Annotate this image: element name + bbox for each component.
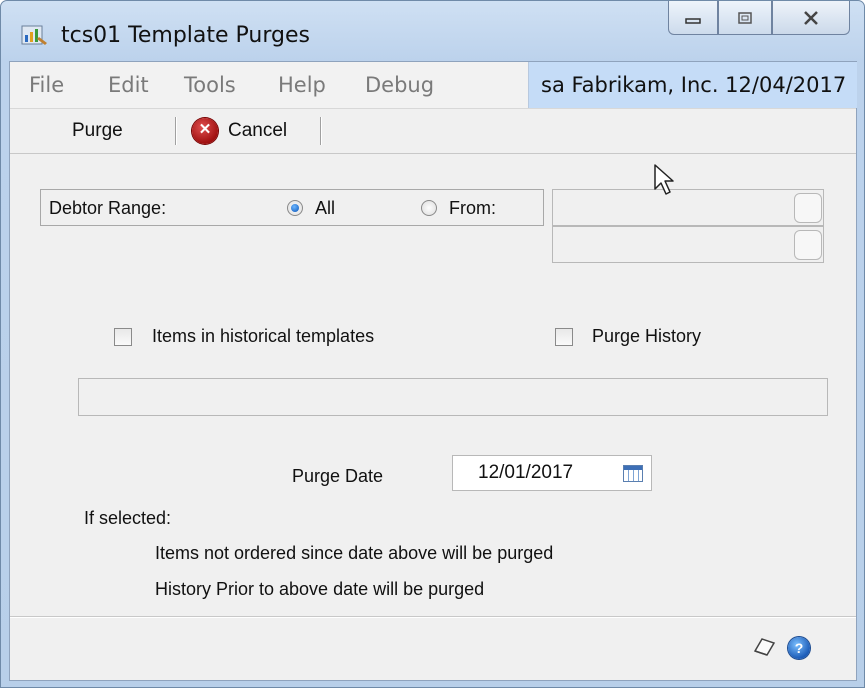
menu-debug[interactable]: Debug <box>365 73 434 97</box>
to-lookup-button[interactable] <box>794 230 822 260</box>
window-title: tcs01 Template Purges <box>61 23 310 48</box>
note-icon[interactable] <box>752 636 776 658</box>
cancel-button[interactable]: Cancel <box>228 120 287 142</box>
menu-bar: File Edit Tools Help Debug sa Fabrikam, … <box>10 62 857 109</box>
mouse-cursor-icon <box>654 164 674 195</box>
maximize-button[interactable] <box>718 1 772 35</box>
from-lookup-button[interactable] <box>794 193 822 223</box>
minimize-button[interactable] <box>668 1 718 35</box>
from-debtor-field[interactable] <box>552 189 824 226</box>
all-radio[interactable] <box>287 200 303 216</box>
window-client: File Edit Tools Help Debug sa Fabrikam, … <box>9 61 857 681</box>
items-historical-checkbox[interactable] <box>114 328 132 346</box>
menu-file[interactable]: File <box>29 73 64 97</box>
purge-window: tcs01 Template Purges File Edit Tools He… <box>0 0 865 688</box>
menu-edit[interactable]: Edit <box>108 73 149 97</box>
debtor-range-row: Debtor Range: All From: <box>40 189 544 226</box>
purge-history-label[interactable]: Purge History <box>592 326 701 347</box>
close-button[interactable] <box>772 1 850 35</box>
menu-help[interactable]: Help <box>278 73 326 97</box>
caption-buttons <box>668 1 850 37</box>
to-debtor-field[interactable] <box>552 226 824 263</box>
footer-separator <box>10 616 856 618</box>
toolbar-separator <box>175 117 177 145</box>
purge-date-label: Purge Date <box>292 466 384 486</box>
all-radio-label[interactable]: All <box>315 198 335 219</box>
purge-date-value: 12/01/2017 <box>478 462 574 483</box>
cancel-x-icon[interactable]: ✕ <box>192 118 218 144</box>
user-company-date-text: sa Fabrikam, Inc. 12/04/2017 <box>541 73 847 97</box>
purge-app-icon <box>21 25 47 45</box>
toolbar-separator <box>320 117 322 145</box>
purge-date-field[interactable]: 12/01/2017 <box>452 455 652 491</box>
purge-history-checkbox[interactable] <box>555 328 573 346</box>
items-historical-label[interactable]: Items in historical templates <box>152 326 374 347</box>
calendar-icon[interactable] <box>623 465 643 482</box>
toolbar: Purge ✕ Cancel <box>10 109 856 154</box>
close-icon <box>804 10 818 25</box>
minimize-icon <box>685 17 701 24</box>
if-selected-label: If selected: <box>84 508 172 528</box>
from-radio-label[interactable]: From: <box>449 198 496 219</box>
purge-button[interactable]: Purge <box>72 120 123 142</box>
from-radio[interactable] <box>421 200 437 216</box>
menu-tools[interactable]: Tools <box>184 73 236 97</box>
title-bar: tcs01 Template Purges <box>1 1 864 61</box>
help-icon[interactable]: ? <box>788 637 810 659</box>
debtor-range-label: Debtor Range: <box>49 198 167 218</box>
maximize-icon <box>738 11 752 24</box>
note-items-purged: Items not ordered since date above will … <box>155 543 554 563</box>
user-company-date: sa Fabrikam, Inc. 12/04/2017 <box>528 62 857 108</box>
note-history-purged: History Prior to above date will be purg… <box>155 579 485 599</box>
progress-field <box>78 378 828 416</box>
